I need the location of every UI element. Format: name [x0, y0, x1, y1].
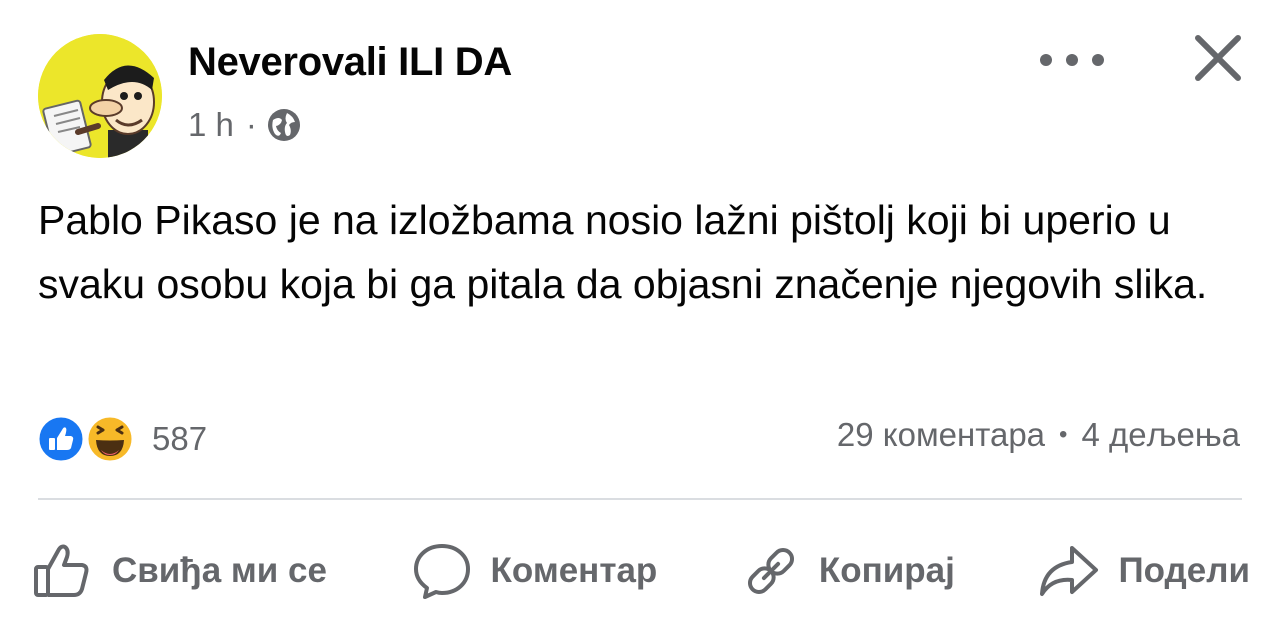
divider — [38, 498, 1242, 500]
comment-button-label: Коментар — [490, 551, 658, 590]
like-button[interactable]: Свиђа ми се — [30, 539, 327, 603]
haha-reaction-icon — [85, 414, 135, 464]
share-button[interactable]: Подели — [1038, 540, 1250, 602]
share-button-label: Подели — [1118, 551, 1250, 590]
shares-count-link[interactable]: 4 дељења — [1081, 416, 1240, 454]
like-button-label: Свиђа ми се — [112, 551, 327, 590]
reactions-summary[interactable]: 587 — [36, 414, 207, 464]
reaction-count: 587 — [152, 420, 208, 457]
comment-button[interactable]: Коментар — [411, 540, 658, 602]
action-bar: Свиђа ми се Коментар Копирај Подели — [30, 536, 1250, 606]
close-icon[interactable] — [1190, 30, 1246, 86]
copy-link-label: Копирај — [818, 551, 955, 590]
comments-count-link[interactable]: 29 коментара — [837, 416, 1045, 454]
post-text: Pablo Pikaso je na izložbama nosio lažni… — [38, 197, 1208, 307]
more-options-icon[interactable] — [1040, 40, 1104, 80]
globe-icon — [267, 109, 300, 141]
post-time[interactable]: 1 h — [188, 106, 234, 144]
meta-separator: · — [245, 106, 257, 143]
cartoon-avatar-icon — [38, 34, 162, 158]
post-stats: 29 коментара • 4 дељења — [837, 416, 1240, 454]
stats-separator: • — [1059, 421, 1068, 448]
thumbs-up-icon — [34, 544, 89, 597]
link-icon — [747, 547, 794, 595]
like-reaction-icon — [36, 414, 86, 464]
post-meta: 1 h · — [188, 106, 301, 144]
comment-bubble-icon — [413, 544, 470, 599]
page-avatar[interactable] — [38, 34, 162, 158]
share-arrow-icon — [1040, 546, 1099, 596]
post-author-name[interactable]: Neverovali ILI DA — [188, 40, 512, 85]
reaction-icons — [36, 414, 135, 464]
copy-link-button[interactable]: Копирај — [741, 541, 955, 601]
